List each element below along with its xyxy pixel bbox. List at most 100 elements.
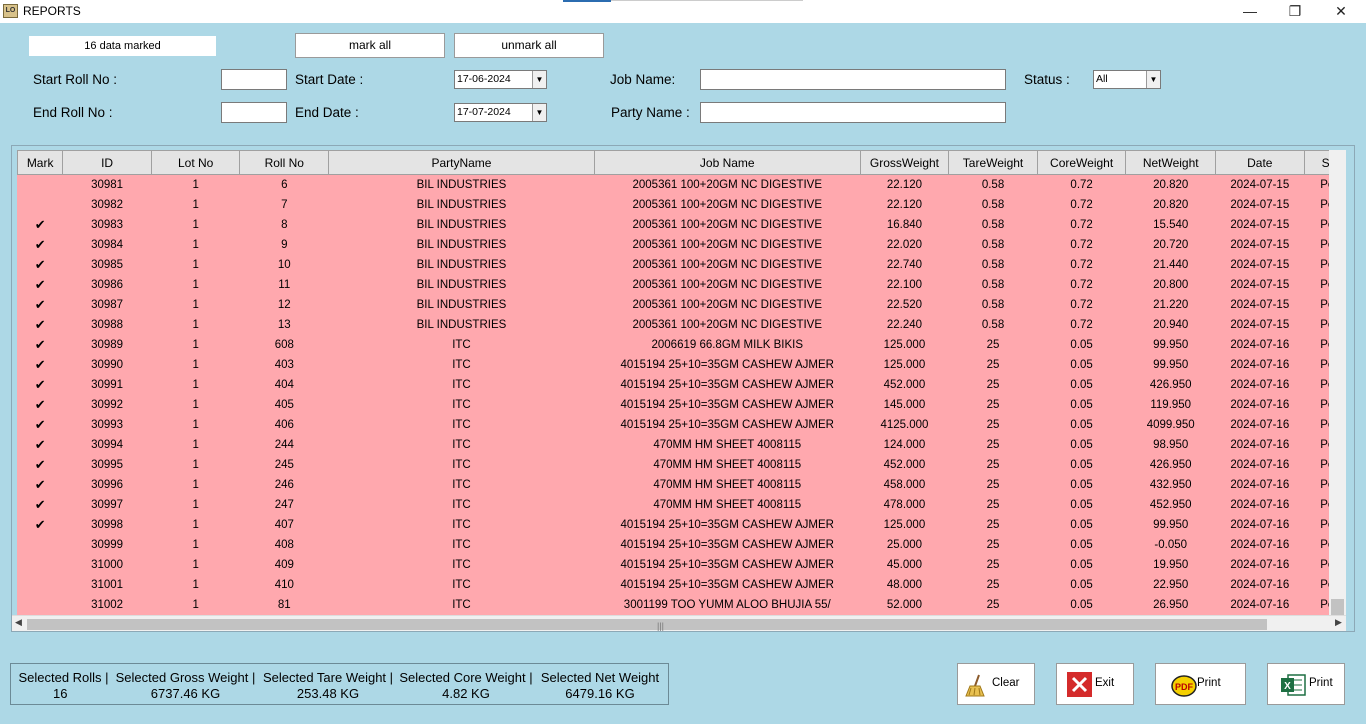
end-date-value: 17-07-2024 bbox=[457, 106, 511, 118]
table-cell: 22.520 bbox=[860, 294, 949, 315]
mark-checkbox[interactable]: ✔ bbox=[17, 374, 63, 395]
column-header[interactable]: CoreWeight bbox=[1036, 150, 1127, 175]
column-header[interactable]: NetWeight bbox=[1125, 150, 1217, 175]
table-cell: 1 bbox=[151, 314, 240, 335]
horizontal-scrollbar[interactable]: ◀ ||| ▶ bbox=[12, 615, 1346, 631]
chevron-down-icon[interactable]: ▼ bbox=[532, 104, 546, 121]
mark-checkbox[interactable]: ✔ bbox=[17, 254, 63, 275]
mark-checkbox[interactable]: ✔ bbox=[17, 334, 63, 355]
mark-checkbox[interactable]: ✔ bbox=[17, 454, 63, 475]
exit-button[interactable]: Exit bbox=[1056, 663, 1134, 705]
table-row[interactable]: ✔ 30986 1 11 BIL INDUSTRIES 2005361 100+20GM … bbox=[17, 274, 1329, 295]
table-row[interactable]: 31002 1 81 ITC 3001199 TOO YUMM ALOO BHUJIA … bbox=[17, 594, 1329, 615]
mark-all-button[interactable]: mark all bbox=[295, 33, 445, 58]
summary-core-label: Selected Core Weight | bbox=[399, 670, 533, 685]
table-row[interactable]: ✔ 30992 1 405 ITC 4015194 25+10=35GM CASHEW A… bbox=[17, 394, 1329, 415]
column-header[interactable]: Job Name bbox=[593, 150, 861, 175]
table-row[interactable]: ✔ 30995 1 245 ITC 470MM HM SHEET 4008115 452.0… bbox=[17, 454, 1329, 475]
summary-rolls-value: 16 bbox=[53, 686, 68, 701]
table-cell: 0.05 bbox=[1037, 574, 1126, 595]
table-row[interactable]: ✔ 30988 1 13 BIL INDUSTRIES 2005361 100+20GM … bbox=[17, 314, 1329, 335]
table-row[interactable]: ✔ 30991 1 404 ITC 4015194 25+10=35GM CASHEW A… bbox=[17, 374, 1329, 395]
table-cell: 409 bbox=[239, 554, 329, 575]
table-cell: 0.05 bbox=[1037, 394, 1126, 415]
party-name-input[interactable] bbox=[700, 102, 1006, 123]
table-row[interactable]: ✔ 30994 1 244 ITC 470MM HM SHEET 4008115 124.0… bbox=[17, 434, 1329, 455]
table-cell: 1 bbox=[151, 174, 240, 195]
vertical-scrollbar[interactable] bbox=[1329, 150, 1346, 621]
table-cell: 1 bbox=[151, 274, 240, 295]
mark-checkbox[interactable]: ✔ bbox=[17, 294, 63, 315]
table-row[interactable]: ✔ 30998 1 407 ITC 4015194 25+10=35GM CASHEW A… bbox=[17, 514, 1329, 535]
table-row[interactable]: ✔ 30993 1 406 ITC 4015194 25+10=35GM CASHEW A… bbox=[17, 414, 1329, 435]
column-header[interactable]: Date bbox=[1215, 150, 1305, 175]
column-header[interactable]: ID bbox=[62, 150, 152, 175]
chevron-down-icon[interactable]: ▼ bbox=[1146, 71, 1160, 88]
mark-checkbox[interactable]: ✔ bbox=[17, 434, 63, 455]
table-cell: Pe bbox=[1304, 574, 1329, 595]
table-row[interactable]: ✔ 30983 1 8 BIL INDUSTRIES 2005361 100+20GM N… bbox=[17, 214, 1329, 235]
mark-checkbox[interactable] bbox=[17, 554, 63, 575]
table-row[interactable]: ✔ 30997 1 247 ITC 470MM HM SHEET 4008115 478.0… bbox=[17, 494, 1329, 515]
unmark-all-button[interactable]: unmark all bbox=[454, 33, 604, 58]
mark-checkbox[interactable]: ✔ bbox=[17, 394, 63, 415]
column-header[interactable]: St bbox=[1303, 150, 1329, 175]
print-pdf-button[interactable]: PDF Print bbox=[1155, 663, 1246, 705]
mark-checkbox[interactable] bbox=[17, 174, 63, 195]
table-row[interactable]: 30999 1 408 ITC 4015194 25+10=35GM CASHEW AJ… bbox=[17, 534, 1329, 555]
restore-button[interactable]: ❐ bbox=[1272, 0, 1318, 23]
status-select[interactable]: All ▼ bbox=[1093, 70, 1161, 89]
horizontal-scroll-thumb[interactable]: ||| bbox=[27, 619, 1267, 631]
table-row[interactable]: ✔ 30985 1 10 BIL INDUSTRIES 2005361 100+20GM … bbox=[17, 254, 1329, 275]
column-header[interactable]: GrossWeight bbox=[859, 150, 950, 175]
mark-checkbox[interactable]: ✔ bbox=[17, 354, 63, 375]
end-roll-input[interactable] bbox=[221, 102, 287, 123]
table-row[interactable]: 31000 1 409 ITC 4015194 25+10=35GM CASHEW AJ… bbox=[17, 554, 1329, 575]
column-header[interactable]: TareWeight bbox=[948, 150, 1038, 175]
mark-checkbox[interactable] bbox=[17, 194, 63, 215]
close-button[interactable]: ✕ bbox=[1318, 0, 1364, 23]
start-date-picker[interactable]: 17-06-2024 ▼ bbox=[454, 70, 547, 89]
summary-core-value: 4.82 KG bbox=[442, 686, 490, 701]
minimize-button[interactable]: — bbox=[1227, 0, 1273, 23]
scroll-right-icon[interactable]: ▶ bbox=[1335, 617, 1342, 628]
table-row[interactable]: 30982 1 7 BIL INDUSTRIES 2005361 100+20GM NC… bbox=[17, 194, 1329, 215]
mark-checkbox[interactable]: ✔ bbox=[17, 414, 63, 435]
mark-checkbox[interactable] bbox=[17, 594, 63, 615]
mark-checkbox[interactable]: ✔ bbox=[17, 474, 63, 495]
column-header[interactable]: Lot No bbox=[150, 150, 241, 175]
table-cell: 0.72 bbox=[1037, 194, 1126, 215]
table-row[interactable]: ✔ 30989 1 608 ITC 2006619 66.8GM MILK BIKIS 12… bbox=[17, 334, 1329, 355]
table-row[interactable]: ✔ 30990 1 403 ITC 4015194 25+10=35GM CASHEW A… bbox=[17, 354, 1329, 375]
table-cell: 470MM HM SHEET 4008115 bbox=[594, 454, 861, 475]
job-name-input[interactable] bbox=[700, 69, 1006, 90]
column-header[interactable]: PartyName bbox=[328, 150, 595, 175]
mark-checkbox[interactable]: ✔ bbox=[17, 494, 63, 515]
end-date-picker[interactable]: 17-07-2024 ▼ bbox=[454, 103, 547, 122]
table-row[interactable]: 31001 1 410 ITC 4015194 25+10=35GM CASHEW AJ… bbox=[17, 574, 1329, 595]
column-header[interactable]: Mark bbox=[17, 150, 64, 175]
scroll-left-icon[interactable]: ◀ bbox=[15, 617, 22, 628]
column-header[interactable]: Roll No bbox=[239, 150, 330, 175]
clear-button[interactable]: Clear bbox=[957, 663, 1035, 705]
table-row[interactable]: 30981 1 6 BIL INDUSTRIES 2005361 100+20GM NC… bbox=[17, 174, 1329, 195]
chevron-down-icon[interactable]: ▼ bbox=[532, 71, 546, 88]
mark-checkbox[interactable] bbox=[17, 574, 63, 595]
app-logo-icon: LO bbox=[3, 4, 18, 18]
print-excel-button[interactable]: X Print bbox=[1267, 663, 1345, 705]
mark-checkbox[interactable]: ✔ bbox=[17, 234, 63, 255]
table-row[interactable]: ✔ 30987 1 12 BIL INDUSTRIES 2005361 100+20GM … bbox=[17, 294, 1329, 315]
mark-checkbox[interactable]: ✔ bbox=[17, 314, 63, 335]
table-cell: 2024-07-16 bbox=[1215, 534, 1305, 555]
table-cell: 432.950 bbox=[1125, 474, 1216, 495]
table-row[interactable]: ✔ 30996 1 246 ITC 470MM HM SHEET 4008115 458.0… bbox=[17, 474, 1329, 495]
table-cell: 0.58 bbox=[948, 294, 1038, 315]
mark-checkbox[interactable]: ✔ bbox=[17, 274, 63, 295]
mark-checkbox[interactable] bbox=[17, 534, 63, 555]
start-roll-input[interactable] bbox=[221, 69, 287, 90]
table-cell: 45.000 bbox=[860, 554, 949, 575]
mark-checkbox[interactable]: ✔ bbox=[17, 214, 63, 235]
table-row[interactable]: ✔ 30984 1 9 BIL INDUSTRIES 2005361 100+20GM N… bbox=[17, 234, 1329, 255]
mark-checkbox[interactable]: ✔ bbox=[17, 514, 63, 535]
party-name-label: Party Name : bbox=[611, 105, 690, 120]
